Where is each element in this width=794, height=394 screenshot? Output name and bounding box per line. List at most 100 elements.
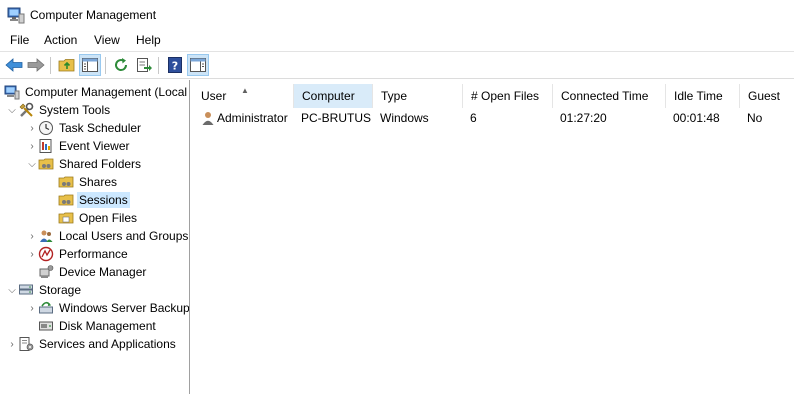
show-hide-action-pane-icon bbox=[190, 58, 206, 72]
menu-action[interactable]: Action bbox=[42, 33, 79, 47]
tree-item-label: Device Manager bbox=[59, 265, 147, 279]
back-button[interactable] bbox=[3, 54, 25, 76]
tree-item-performance[interactable]: › Performance bbox=[26, 245, 130, 263]
tree-item-label: System Tools bbox=[39, 103, 111, 117]
chevron-right-icon[interactable]: › bbox=[26, 119, 38, 137]
storage-icon bbox=[19, 284, 33, 295]
tree-item-system-tools[interactable]: ⌵ System Tools bbox=[6, 101, 112, 119]
tree-item-shares[interactable]: Shares bbox=[58, 173, 119, 191]
tree-item-computer-management[interactable]: Computer Management (Local bbox=[4, 83, 189, 101]
tree-item-local-users-and-groups[interactable]: › Local Users and Groups bbox=[26, 227, 189, 245]
performance-icon bbox=[38, 246, 54, 262]
user-icon bbox=[202, 112, 214, 125]
column-header-label: # Open Files bbox=[471, 89, 540, 103]
show-hide-tree-button[interactable] bbox=[79, 54, 101, 76]
forward-icon bbox=[27, 58, 45, 72]
console-tree: Computer Management (Local ⌵ System Tool… bbox=[0, 80, 190, 394]
up-folder-button[interactable] bbox=[56, 54, 78, 76]
export-list-icon bbox=[137, 58, 152, 72]
menu-help[interactable]: Help bbox=[134, 33, 163, 47]
menu-file[interactable]: File bbox=[8, 33, 31, 47]
toolbar-separator bbox=[158, 57, 159, 74]
column-header-connected-time[interactable]: Connected Time bbox=[553, 84, 666, 108]
tree-item-disk-management[interactable]: Disk Management bbox=[38, 317, 158, 335]
help-button[interactable]: ? bbox=[164, 54, 186, 76]
tree-item-label: Storage bbox=[39, 283, 82, 297]
event-viewer-icon bbox=[39, 139, 52, 153]
sessions-folder-icon bbox=[58, 194, 74, 206]
title-bar: Computer Management bbox=[0, 0, 794, 30]
column-header-guest[interactable]: Guest bbox=[740, 84, 794, 108]
users-icon bbox=[40, 230, 53, 242]
cell-idle-time: 00:01:48 bbox=[673, 111, 720, 125]
tree-item-services-and-applications[interactable]: › Services and Applications bbox=[6, 335, 178, 353]
back-icon bbox=[5, 58, 23, 72]
tree-item-label: Task Scheduler bbox=[59, 121, 142, 135]
tree-item-label: Local Users and Groups bbox=[59, 229, 189, 243]
cell-user: Administrator bbox=[217, 111, 288, 125]
services-icon bbox=[19, 337, 34, 351]
chevron-right-icon[interactable]: › bbox=[26, 227, 38, 245]
help-icon: ? bbox=[168, 57, 182, 73]
system-tools-icon bbox=[19, 102, 34, 117]
chevron-right-icon[interactable]: › bbox=[26, 245, 38, 263]
show-hide-tree-icon bbox=[82, 58, 98, 72]
cell-connected-time: 01:27:20 bbox=[560, 111, 607, 125]
refresh-button[interactable] bbox=[110, 54, 132, 76]
column-header-label: User bbox=[201, 89, 227, 103]
tree-item-label: Computer Management (Local bbox=[25, 85, 188, 99]
up-folder-icon bbox=[58, 59, 75, 72]
disk-management-icon bbox=[39, 321, 53, 331]
svg-text:?: ? bbox=[172, 60, 178, 73]
sort-up-icon: ▲ bbox=[241, 86, 249, 95]
tree-item-label: Disk Management bbox=[59, 319, 156, 333]
tree-item-label: Sessions bbox=[77, 192, 130, 208]
tree-item-storage[interactable]: ⌵ Storage bbox=[6, 281, 83, 299]
tree-item-windows-server-backup[interactable]: › Windows Server Backup bbox=[26, 299, 190, 317]
tree-item-label: Performance bbox=[59, 247, 128, 261]
cell-type: Windows bbox=[380, 111, 429, 125]
column-header-label: Type bbox=[381, 89, 408, 103]
shared-folder-icon bbox=[38, 158, 54, 170]
cell-guest: No bbox=[747, 111, 763, 125]
tree-item-label: Shares bbox=[79, 175, 118, 189]
column-header-type[interactable]: Type bbox=[373, 84, 463, 108]
computer-management-icon bbox=[4, 85, 20, 100]
tree-item-event-viewer[interactable]: › Event Viewer bbox=[26, 137, 131, 155]
window-title: Computer Management bbox=[30, 8, 157, 22]
cell-computer: PC-BRUTUS bbox=[301, 111, 372, 125]
column-header-label: Idle Time bbox=[674, 89, 723, 103]
tree-item-shared-folders[interactable]: ⌵ Shared Folders bbox=[26, 155, 143, 173]
chevron-down-icon[interactable]: ⌵ bbox=[26, 155, 38, 173]
backup-icon bbox=[39, 301, 53, 314]
toolbar: ? bbox=[0, 53, 794, 79]
tree-item-sessions[interactable]: Sessions bbox=[58, 191, 130, 209]
sessions-list: ▲ User Computer Type # Open Files Connec… bbox=[193, 80, 794, 394]
menu-view[interactable]: View bbox=[92, 33, 122, 47]
open-files-folder-icon bbox=[58, 212, 74, 224]
show-hide-action-pane-button[interactable] bbox=[187, 54, 209, 76]
tree-item-device-manager[interactable]: Device Manager bbox=[38, 263, 148, 281]
refresh-icon bbox=[115, 58, 128, 71]
column-header-open-files[interactable]: # Open Files bbox=[463, 84, 553, 108]
chevron-down-icon[interactable]: ⌵ bbox=[6, 101, 18, 119]
column-header-label: Computer bbox=[302, 89, 355, 103]
menu-bar: File Action View Help bbox=[0, 30, 794, 52]
chevron-down-icon[interactable]: ⌵ bbox=[6, 281, 18, 299]
export-list-button[interactable] bbox=[133, 54, 155, 76]
tree-item-label: Windows Server Backup bbox=[59, 301, 190, 315]
chevron-right-icon[interactable]: › bbox=[26, 299, 38, 317]
toolbar-separator bbox=[50, 57, 51, 74]
tree-item-label: Shared Folders bbox=[59, 157, 142, 171]
column-header-idle-time[interactable]: Idle Time bbox=[666, 84, 740, 108]
forward-button[interactable] bbox=[25, 54, 47, 76]
column-header-computer[interactable]: Computer bbox=[294, 84, 373, 108]
tree-item-open-files[interactable]: Open Files bbox=[58, 209, 139, 227]
column-header-label: Guest bbox=[748, 89, 781, 103]
chevron-right-icon[interactable]: › bbox=[26, 137, 38, 155]
chevron-right-icon[interactable]: › bbox=[6, 335, 18, 353]
toolbar-separator bbox=[105, 57, 106, 74]
tree-item-task-scheduler[interactable]: › Task Scheduler bbox=[26, 119, 143, 137]
column-header-user[interactable]: ▲ User bbox=[193, 84, 294, 108]
tree-item-label: Event Viewer bbox=[59, 139, 130, 153]
